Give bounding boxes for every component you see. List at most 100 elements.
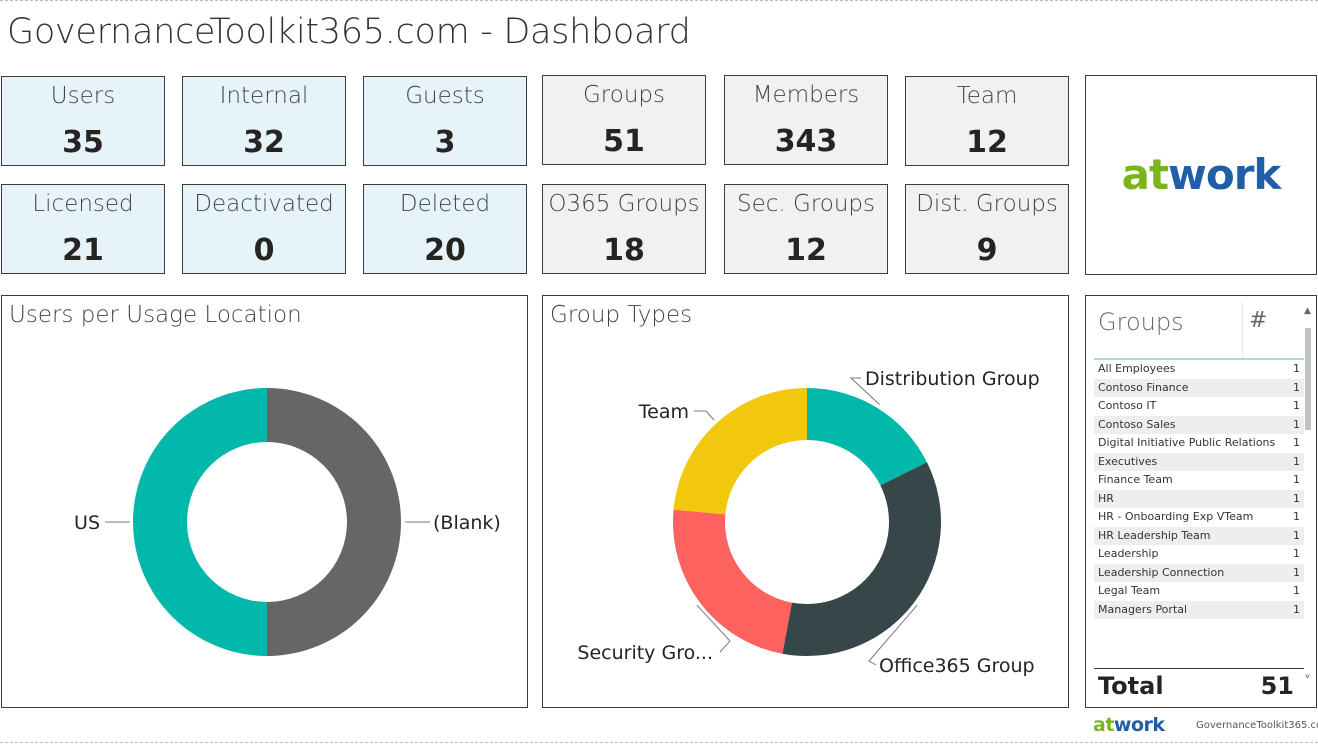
- kpi-card-deactivated[interactable]: Deactivated 0: [182, 184, 346, 274]
- row-group-name: Finance Team: [1098, 473, 1173, 486]
- table-row[interactable]: HR - Onboarding Exp VTeam 1: [1094, 508, 1304, 527]
- slice-label: Office365 Group: [879, 655, 1035, 677]
- table-row[interactable]: HR Leadership Team 1: [1094, 526, 1304, 545]
- footer-logo-work: work: [1114, 714, 1165, 736]
- row-group-name: Legal Team: [1098, 584, 1161, 597]
- row-count: 1: [1293, 473, 1300, 486]
- table-row[interactable]: Contoso IT 1: [1094, 397, 1304, 416]
- table-row[interactable]: Contoso Finance 1: [1094, 378, 1304, 397]
- bottom-border: [0, 742, 1318, 743]
- table-row[interactable]: Managers Portal 1: [1094, 600, 1304, 619]
- kpi-card-groups[interactable]: Groups 51: [542, 75, 706, 165]
- kpi-label: Team: [956, 83, 1018, 109]
- leader-line: [694, 410, 715, 421]
- logo-panel: atwork: [1085, 75, 1317, 275]
- donut-slice[interactable]: [673, 388, 807, 515]
- footer-atwork-logo: atwork: [1093, 714, 1166, 736]
- kpi-label: Groups: [582, 82, 665, 108]
- donut-slice[interactable]: [782, 462, 941, 656]
- row-group-name: Managers Portal: [1098, 602, 1188, 616]
- slice-label: Distribution Group: [865, 368, 1040, 390]
- kpi-card-deleted[interactable]: Deleted 20: [363, 184, 527, 274]
- donut-slice[interactable]: [133, 388, 267, 656]
- kpi-label: Internal: [219, 83, 309, 109]
- kpi-label: Members: [752, 82, 860, 108]
- kpi-card-licensed[interactable]: Licensed 21: [1, 184, 165, 274]
- atwork-logo: atwork: [1122, 150, 1284, 199]
- kpi-card-internal[interactable]: Internal 32: [182, 76, 346, 166]
- kpi-label: Guests: [405, 83, 485, 109]
- table-row[interactable]: Leadership Connection 1: [1094, 563, 1304, 582]
- scroll-up-icon[interactable]: ▲: [1304, 306, 1311, 316]
- kpi-card-users[interactable]: Users 35: [1, 76, 165, 166]
- row-group-name: HR: [1098, 491, 1114, 505]
- kpi-card-sec-groups[interactable]: Sec. Groups 12: [724, 184, 888, 274]
- row-count: 1: [1293, 547, 1300, 560]
- slice-label: (Blank): [433, 512, 501, 534]
- column-header-count[interactable]: #: [1249, 308, 1267, 333]
- kpi-label: O365 Groups: [548, 191, 700, 217]
- row-group-name: Leadership Connection: [1098, 565, 1225, 579]
- kpi-label: Users: [50, 83, 116, 109]
- kpi-card-team[interactable]: Team 12: [905, 76, 1069, 166]
- usage-location-panel[interactable]: Users per Usage Location (Blank) US: [1, 295, 528, 708]
- kpi-value: 12: [785, 233, 827, 268]
- table-row[interactable]: Legal Team 1: [1094, 582, 1304, 601]
- kpi-label: Licensed: [32, 191, 134, 217]
- kpi-label: Deactivated: [194, 191, 334, 217]
- row-group-name: Digital Initiative Public Relations: [1098, 436, 1276, 449]
- row-count: 1: [1293, 565, 1300, 579]
- donut-slice[interactable]: [673, 509, 792, 654]
- scrollbar-thumb[interactable]: [1305, 328, 1311, 430]
- table-row[interactable]: Leadership 1: [1094, 545, 1304, 564]
- footer-logo-at: at: [1093, 714, 1114, 736]
- logo-at: at: [1122, 150, 1169, 199]
- row-group-name: HR - Onboarding Exp VTeam: [1098, 510, 1254, 523]
- scroll-down-icon[interactable]: ˅: [1304, 674, 1311, 690]
- kpi-card-dist-groups[interactable]: Dist. Groups 9: [905, 184, 1069, 274]
- kpi-card-guests[interactable]: Guests 3: [363, 76, 527, 166]
- kpi-card-members[interactable]: Members 343: [724, 75, 888, 165]
- groups-table[interactable]: Groups # All Employees 1 Contoso Finance 1 C…: [1085, 295, 1317, 708]
- slice-label: Security Gro...: [577, 642, 713, 664]
- table-row[interactable]: Finance Team 1: [1094, 471, 1304, 490]
- donut-slice[interactable]: [267, 388, 401, 656]
- usage-location-donut[interactable]: (Blank) US: [2, 296, 527, 707]
- table-row[interactable]: HR 1: [1094, 489, 1304, 508]
- total-value: 51: [1260, 672, 1294, 700]
- kpi-label: Deleted: [399, 191, 491, 217]
- svg-text:atwork: atwork: [1093, 714, 1165, 736]
- kpi-value: 3: [434, 125, 456, 160]
- donut-slice[interactable]: [807, 388, 927, 486]
- kpi-value: 343: [774, 124, 838, 159]
- row-count: 1: [1293, 510, 1300, 523]
- kpi-label: Dist. Groups: [916, 191, 1058, 217]
- table-row[interactable]: Executives 1: [1094, 452, 1304, 471]
- column-separator: [1242, 302, 1243, 358]
- row-count: 1: [1293, 380, 1300, 394]
- page-title: GovernanceToolkit365.com - Dashboard: [7, 12, 691, 52]
- table-scrollbar[interactable]: ▲ ˅: [1304, 306, 1312, 692]
- row-group-name: HR Leadership Team: [1098, 528, 1211, 542]
- row-count: 1: [1293, 584, 1300, 597]
- row-count: 1: [1293, 362, 1300, 375]
- row-count: 1: [1293, 417, 1300, 431]
- svg-text:atwork: atwork: [1122, 150, 1283, 199]
- column-header-groups[interactable]: Groups: [1098, 308, 1184, 336]
- kpi-value: 21: [62, 233, 104, 268]
- footer-url[interactable]: GovernanceToolkit365.com: [1196, 720, 1318, 731]
- logo-work: work: [1168, 150, 1282, 199]
- group-types-donut[interactable]: Distribution Group Office365 Group Securit…: [543, 296, 1068, 707]
- row-group-name: Contoso Finance: [1098, 380, 1189, 394]
- kpi-value: 51: [603, 124, 645, 159]
- table-row[interactable]: All Employees 1: [1094, 360, 1304, 379]
- table-row[interactable]: Digital Initiative Public Relations 1: [1094, 434, 1304, 453]
- row-count: 1: [1293, 602, 1300, 616]
- row-count: 1: [1293, 454, 1300, 468]
- table-row[interactable]: Contoso Sales 1: [1094, 415, 1304, 434]
- kpi-card-o365-groups[interactable]: O365 Groups 18: [542, 184, 706, 274]
- kpi-label: Sec. Groups: [736, 191, 876, 217]
- group-types-panel[interactable]: Group Types Distribution Group Office365 …: [542, 295, 1069, 708]
- row-group-name: Executives: [1098, 454, 1158, 468]
- row-count: 1: [1293, 399, 1300, 412]
